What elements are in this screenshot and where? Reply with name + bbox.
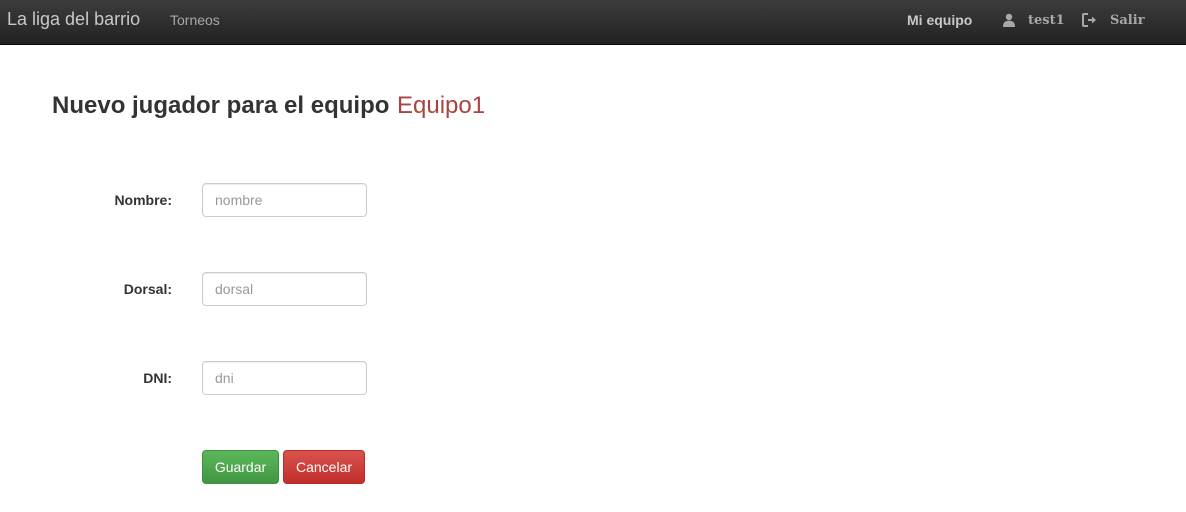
nav-link-torneos[interactable]: Torneos bbox=[170, 12, 220, 28]
navbar: La liga del barrio Torneos Mi equipo tes… bbox=[0, 0, 1186, 45]
nav-link-mi-equipo[interactable]: Mi equipo bbox=[907, 12, 972, 28]
user-icon bbox=[1002, 13, 1016, 27]
page-title: Nuevo jugador para el equipo bbox=[52, 92, 390, 119]
dorsal-input[interactable] bbox=[202, 272, 367, 306]
user-name: test1 bbox=[1028, 12, 1065, 28]
logout-label: Salir bbox=[1110, 12, 1145, 28]
cancel-button[interactable]: Cancelar bbox=[283, 450, 365, 484]
logout-link[interactable]: Salir bbox=[1082, 10, 1145, 30]
brand-link[interactable]: La liga del barrio bbox=[7, 9, 140, 29]
dni-input[interactable] bbox=[202, 361, 367, 395]
nombre-input[interactable] bbox=[202, 183, 367, 217]
dni-label: DNI: bbox=[143, 370, 172, 386]
team-name: Equipo1 bbox=[397, 92, 486, 119]
dorsal-label: Dorsal: bbox=[123, 281, 172, 297]
nombre-label: Nombre: bbox=[114, 192, 172, 208]
logout-icon bbox=[1082, 13, 1098, 27]
nav-user[interactable]: test1 bbox=[1002, 10, 1065, 30]
save-button[interactable]: Guardar bbox=[202, 450, 279, 484]
